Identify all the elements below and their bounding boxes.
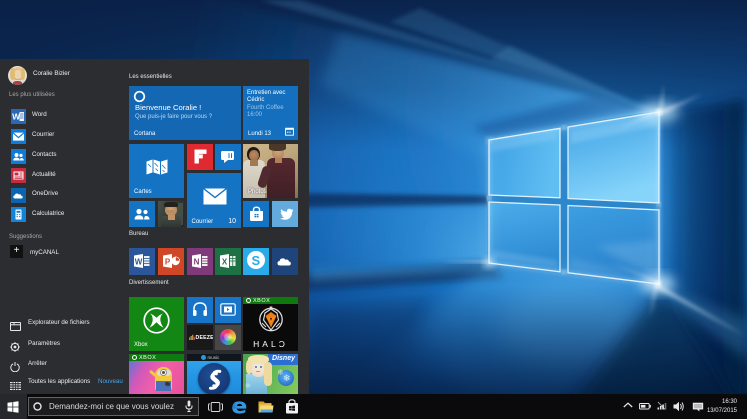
svg-text:P: P	[165, 258, 171, 267]
svg-text:N: N	[193, 258, 199, 267]
svg-text:X: X	[222, 258, 228, 267]
svg-text:W: W	[12, 111, 21, 121]
svg-text:W: W	[135, 258, 143, 267]
